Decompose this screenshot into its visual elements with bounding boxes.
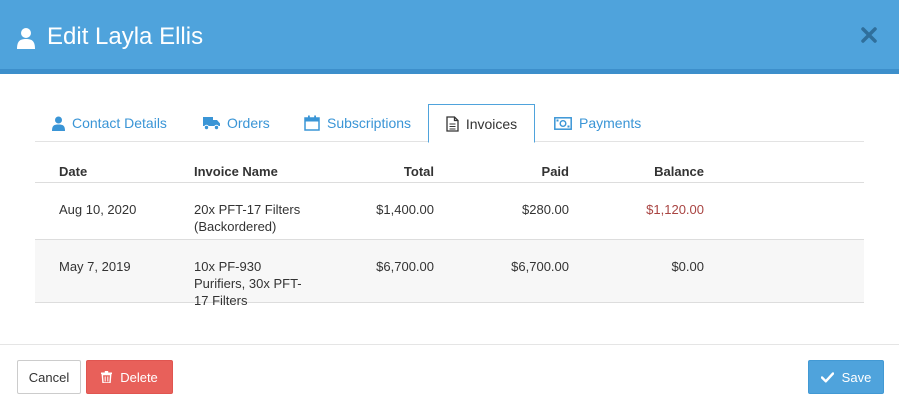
footer-divider (0, 344, 899, 345)
cell-total: $1,400.00 (376, 202, 434, 217)
cell-date: Aug 10, 2020 (59, 202, 137, 217)
cell-invoice-name: 20x PFT-17 Filters (Backordered) (194, 202, 301, 234)
column-header-total: Total (403, 164, 434, 179)
money-icon (554, 116, 572, 130)
truck-icon (203, 117, 220, 130)
table-row[interactable]: Aug 10, 2020 20x PFT-17 Filters (Backord… (35, 183, 864, 240)
cell-invoice-name: 10x PF-930 Purifiers, 30x PFT-17 Filters (194, 259, 302, 308)
tab-subscriptions[interactable]: Subscriptions (304, 104, 411, 142)
column-header-invoice-name: Invoice Name (194, 164, 278, 179)
tab-payments[interactable]: Payments (554, 104, 641, 142)
document-icon (446, 115, 459, 132)
cell-date: May 7, 2019 (59, 259, 131, 274)
tab-invoices[interactable]: Invoices (428, 104, 535, 143)
checkmark-icon (820, 371, 834, 382)
cell-paid: $280.00 (522, 202, 569, 217)
tab-bar: Contact Details Orders Subscriptions Inv… (35, 104, 864, 143)
tab-label: Invoices (465, 115, 518, 132)
column-header-date: Date (59, 164, 88, 179)
modal-title: Edit Layla Ellis (47, 23, 204, 50)
cell-paid: $6,700.00 (511, 259, 569, 274)
tab-label: Contact Details (72, 115, 167, 131)
trash-icon (101, 371, 113, 383)
save-button-label: Save (841, 369, 872, 385)
cell-balance: $0.00 (671, 259, 704, 274)
column-header-paid: Paid (541, 164, 569, 179)
tab-label: Payments (579, 115, 642, 131)
cell-total: $6,700.00 (376, 259, 434, 274)
save-button[interactable]: Save (808, 360, 884, 394)
table-row[interactable]: May 7, 2019 10x PF-930 Purifiers, 30x PF… (35, 240, 864, 308)
delete-button-label: Delete (120, 369, 158, 385)
cell-balance: $1,120.00 (646, 202, 704, 217)
tab-label: Orders (227, 115, 270, 131)
user-icon (17, 28, 35, 49)
user-icon (52, 116, 65, 131)
invoices-table: Date Invoice Name Total Paid Balance Aug… (35, 142, 864, 308)
calendar-icon (304, 115, 320, 131)
tab-contact-details[interactable]: Contact Details (52, 104, 167, 142)
close-icon[interactable] (860, 26, 878, 44)
tab-label: Subscriptions (327, 115, 412, 131)
cancel-button[interactable]: Cancel (17, 360, 81, 394)
modal-header: Edit Layla Ellis (0, 0, 899, 74)
cancel-button-label: Cancel (28, 369, 70, 385)
tab-orders[interactable]: Orders (203, 104, 270, 142)
delete-button[interactable]: Delete (86, 360, 173, 394)
column-header-balance: Balance (654, 164, 704, 179)
table-header: Date Invoice Name Total Paid Balance (35, 142, 864, 183)
